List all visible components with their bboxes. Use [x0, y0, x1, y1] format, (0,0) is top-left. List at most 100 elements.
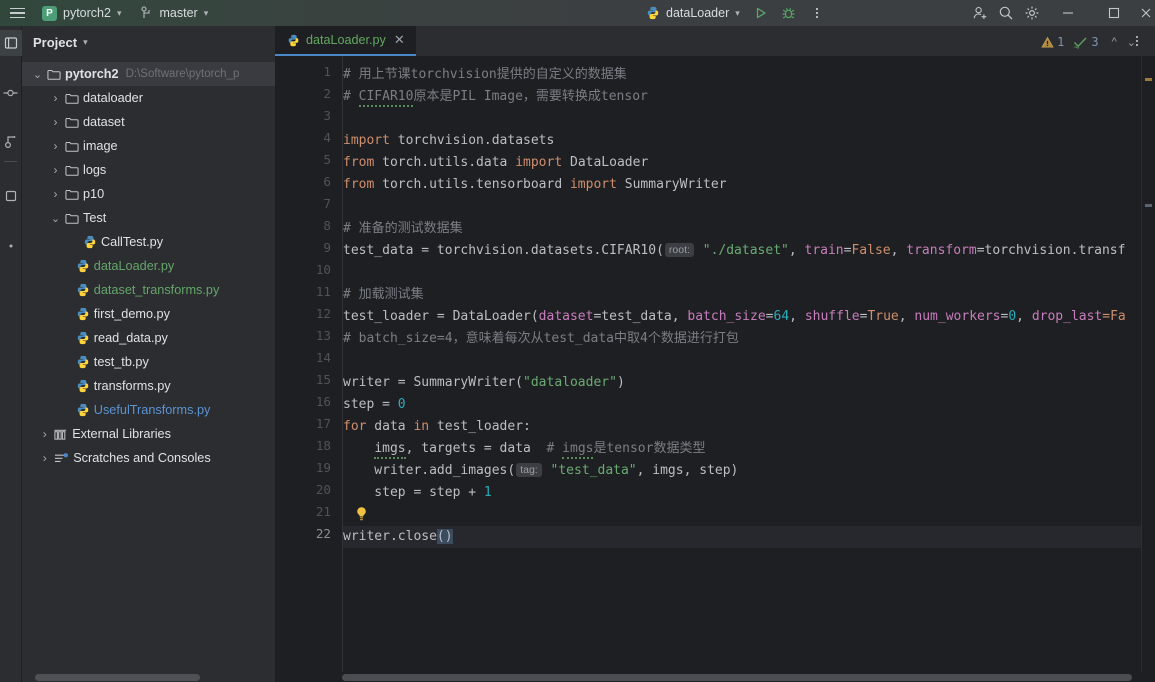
- code-token: import: [569, 177, 617, 192]
- code-line[interactable]: for data in test_loader:: [343, 416, 531, 438]
- panel-title: Project: [33, 34, 78, 50]
- tree-item-scratches-and-consoles[interactable]: › Scratches and Consoles: [22, 446, 275, 470]
- code-line[interactable]: imgs, targets = data # imgs是tensor数据类型: [343, 438, 705, 460]
- code-line[interactable]: from torch.utils.data import DataLoader: [343, 152, 648, 174]
- inspection-marker[interactable]: [1145, 78, 1152, 81]
- more-vertical-icon[interactable]: [804, 0, 830, 26]
- maximize-icon[interactable]: [1091, 0, 1137, 26]
- scrollbar-thumb[interactable]: [342, 674, 1132, 681]
- magnifier-icon[interactable]: [993, 0, 1019, 26]
- marker-gutter[interactable]: [1141, 56, 1155, 682]
- code-line[interactable]: # 用上节课torchvision提供的自定义的数据集: [343, 64, 627, 86]
- project-horizontal-scrollbar[interactable]: [22, 672, 275, 682]
- dot-icon[interactable]: [0, 233, 22, 259]
- tree-item-dataloader-py[interactable]: dataLoader.py: [22, 254, 275, 278]
- structure-icon[interactable]: [0, 128, 22, 154]
- code-line[interactable]: # 加载测试集: [343, 284, 424, 306]
- warning-count-item[interactable]: 1: [1041, 35, 1064, 49]
- tree-item-label: transforms.py: [93, 379, 171, 393]
- tree-item-first-demo-py[interactable]: first_demo.py: [22, 302, 275, 326]
- inspection-marker[interactable]: [1145, 204, 1152, 207]
- chevron-down-icon[interactable]: ⌄: [48, 212, 63, 225]
- editor-horizontal-scrollbar[interactable]: [275, 672, 1155, 682]
- tree-item-p10[interactable]: › p10: [22, 182, 275, 206]
- tree-item-test-tb-py[interactable]: test_tb.py: [22, 350, 275, 374]
- tree-item-image[interactable]: › image: [22, 134, 275, 158]
- line-number: 9: [323, 240, 331, 255]
- branch-name-label: master: [159, 6, 198, 20]
- tree-item-read-data-py[interactable]: read_data.py: [22, 326, 275, 350]
- code-line[interactable]: writer.close(): [343, 526, 453, 548]
- ok-count-item[interactable]: 3: [1073, 35, 1099, 49]
- folder-icon: [65, 116, 79, 129]
- tree-item-test[interactable]: ⌄ Test: [22, 206, 275, 230]
- tree-item-dataset[interactable]: › dataset: [22, 110, 275, 134]
- code-token: ,: [788, 243, 805, 258]
- code-token: torch.utils.tensorboard: [374, 177, 570, 192]
- lightbulb-icon[interactable]: [355, 506, 369, 524]
- tree-item-dataset-transforms-py[interactable]: dataset_transforms.py: [22, 278, 275, 302]
- vcs-branch-selector[interactable]: master ▾: [133, 0, 216, 26]
- code-line[interactable]: from torch.utils.tensorboard import Summ…: [343, 174, 727, 196]
- chevron-right-icon[interactable]: ›: [48, 115, 63, 129]
- commit-icon[interactable]: [0, 80, 22, 106]
- close-icon[interactable]: [1137, 0, 1155, 26]
- chevron-right-icon[interactable]: ›: [48, 91, 63, 105]
- chevron-down-icon[interactable]: ⌄: [1124, 36, 1139, 49]
- code-line[interactable]: import torchvision.datasets: [343, 130, 554, 152]
- python-file-icon: [76, 379, 90, 393]
- chevron-right-icon[interactable]: ›: [48, 187, 63, 201]
- code-line[interactable]: test_data = torchvision.datasets.CIFAR10…: [343, 240, 1125, 262]
- hamburger-icon[interactable]: [0, 0, 34, 26]
- run-button[interactable]: [748, 0, 774, 26]
- scrollbar-thumb[interactable]: [35, 674, 200, 681]
- tree-item-label: p10: [83, 187, 105, 201]
- chevron-down-icon[interactable]: ▾: [83, 37, 88, 47]
- code-line[interactable]: writer = SummaryWriter("dataloader"): [343, 372, 625, 394]
- chevron-right-icon[interactable]: ›: [37, 427, 52, 441]
- code-token: tag:: [516, 463, 542, 477]
- chevron-right-icon[interactable]: ›: [37, 451, 52, 465]
- tree-item-logs[interactable]: › logs: [22, 158, 275, 182]
- chevron-right-icon[interactable]: ›: [48, 163, 63, 177]
- tree-item-transforms-py[interactable]: transforms.py: [22, 374, 275, 398]
- code-content[interactable]: # 用上节课torchvision提供的自定义的数据集 # CIFAR10原本是P…: [343, 56, 1155, 682]
- project-selector[interactable]: P pytorch2 ▾: [34, 0, 127, 26]
- gear-icon[interactable]: [1019, 0, 1045, 26]
- code-line[interactable]: test_loader = DataLoader(dataset=test_da…: [343, 306, 1126, 328]
- chevron-right-icon[interactable]: ›: [48, 139, 63, 153]
- code-token: DataLoader: [562, 155, 649, 170]
- editor-tab-dataloader[interactable]: dataLoader.py ✕: [275, 26, 416, 56]
- chevron-down-icon[interactable]: ⌄: [30, 68, 45, 81]
- library-icon: [54, 428, 68, 441]
- tree-item-calltest-py[interactable]: CallTest.py: [22, 230, 275, 254]
- tree-item-dataloader[interactable]: › dataloader: [22, 86, 275, 110]
- project-panel-header[interactable]: Project ▾: [22, 26, 275, 58]
- close-icon[interactable]: ✕: [392, 32, 407, 48]
- project-tool-window: Project ▾ ⌄ pytorch2 D:\Software\pytorch_p…: [22, 26, 275, 682]
- debug-button[interactable]: [776, 0, 802, 26]
- chevron-up-icon[interactable]: ^: [1109, 36, 1120, 48]
- code-editor[interactable]: 1 2 3 4 5 6 7 8 9 10 11 12 13 14 15 16 17 18 19 20 21 22 # 用上…: [275, 56, 1155, 682]
- code-token: train: [804, 243, 844, 258]
- user-plus-icon[interactable]: [967, 0, 993, 26]
- code-token: writer = SummaryWriter(: [343, 375, 524, 390]
- project-panel-icon[interactable]: [0, 30, 22, 56]
- code-line[interactable]: step = 0: [343, 394, 406, 416]
- bookmark-icon[interactable]: [0, 183, 22, 209]
- code-token: import: [343, 133, 390, 148]
- code-token: 原本是PIL Image，需要转换成tensor: [413, 89, 648, 104]
- code-line[interactable]: # CIFAR10原本是PIL Image，需要转换成tensor: [343, 86, 648, 108]
- tree-item-external-libraries[interactable]: › External Libraries: [22, 422, 275, 446]
- run-configuration-selector[interactable]: dataLoader ▾: [640, 0, 746, 26]
- tree-item-label: dataLoader.py: [93, 259, 175, 273]
- code-line[interactable]: step = step + 1: [343, 482, 491, 504]
- code-line[interactable]: writer.add_images(tag: "test_data", imgs…: [343, 460, 738, 482]
- code-line[interactable]: # batch_size=4，意味着每次从test_data中取4个数据进行打包: [343, 328, 739, 350]
- code-line[interactable]: # 准备的测试数据集: [343, 218, 463, 240]
- minimize-icon[interactable]: [1045, 0, 1091, 26]
- line-number: 17: [315, 416, 331, 431]
- tree-item-pytorch2[interactable]: ⌄ pytorch2 D:\Software\pytorch_p: [22, 62, 275, 86]
- tree-item-usefultransforms-py[interactable]: UsefulTransforms.py: [22, 398, 275, 422]
